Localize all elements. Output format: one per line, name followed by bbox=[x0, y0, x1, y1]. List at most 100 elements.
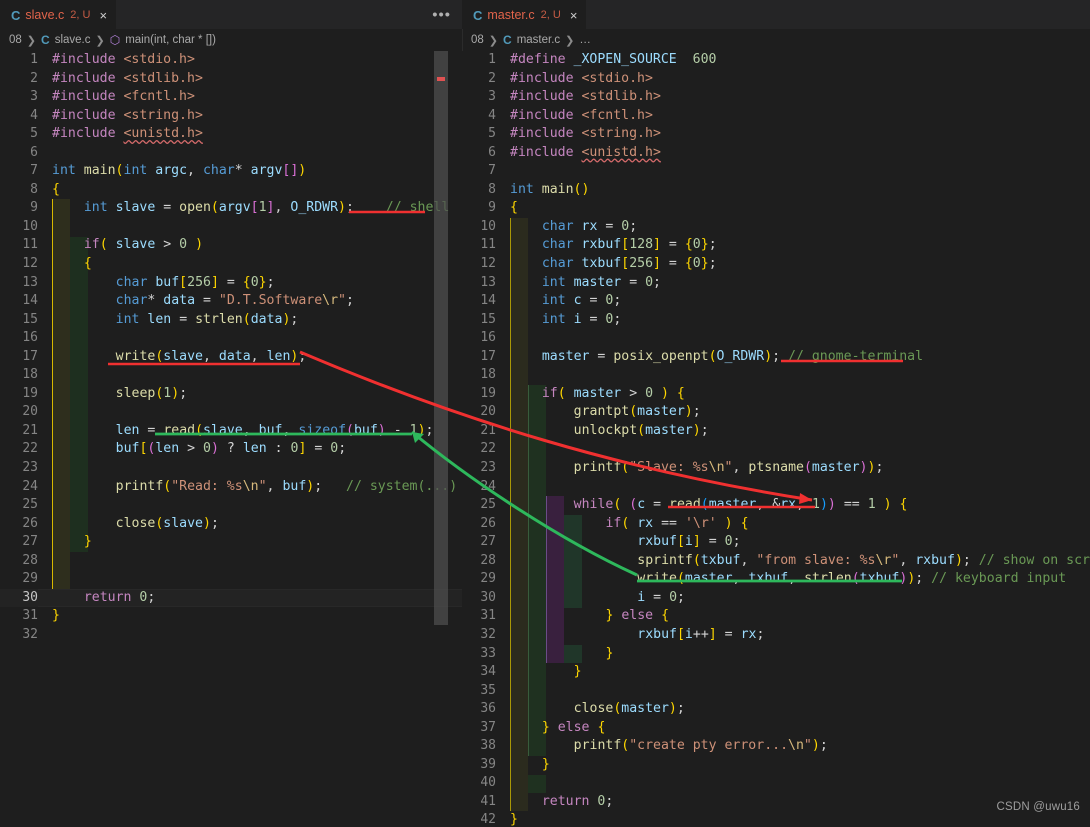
code-line[interactable]: 27 } bbox=[0, 533, 462, 552]
code-line[interactable]: 6 bbox=[0, 144, 462, 163]
code-line[interactable]: 39 } bbox=[462, 756, 1090, 775]
vertical-scrollbar-left[interactable] bbox=[434, 51, 448, 827]
code-line[interactable]: 26 close(slave); bbox=[0, 515, 462, 534]
code-line[interactable]: 25 while( (c = read(master, &rx, 1)) == … bbox=[462, 496, 1090, 515]
code-line[interactable]: 10 bbox=[0, 218, 462, 237]
code-text: } bbox=[605, 645, 614, 661]
code-line[interactable]: 8 int main() bbox=[462, 181, 1090, 200]
code-line[interactable]: 21 len = read(slave, buf, sizeof(buf) - … bbox=[0, 422, 462, 441]
code-line[interactable]: 8{ bbox=[0, 181, 462, 200]
code-line[interactable]: 18 bbox=[462, 366, 1090, 385]
code-line[interactable]: 15 int len = strlen(data); bbox=[0, 311, 462, 330]
code-line[interactable]: 38 printf("create pty error...\n"); bbox=[462, 737, 1090, 756]
code-line[interactable]: 5 #include <unistd.h> bbox=[0, 125, 462, 144]
code-line[interactable]: 9 int slave = open(argv[1], O_RDWR); // … bbox=[0, 199, 462, 218]
code-line[interactable]: 16 bbox=[462, 329, 1090, 348]
code-line[interactable]: 21 unlockpt(master); bbox=[462, 422, 1090, 441]
breadcrumb-folder[interactable]: 08 bbox=[9, 34, 22, 46]
ellipsis-icon[interactable]: … bbox=[579, 34, 591, 46]
code-line[interactable]: 9{ bbox=[462, 199, 1090, 218]
code-line[interactable]: 33 } bbox=[462, 645, 1090, 664]
line-number: 14 bbox=[480, 293, 496, 309]
code-text: unlockpt(master); bbox=[573, 422, 709, 438]
code-line[interactable]: 6 #include <unistd.h> bbox=[462, 144, 1090, 163]
close-icon[interactable]: × bbox=[99, 9, 107, 22]
code-line[interactable]: 37 } else { bbox=[462, 719, 1090, 738]
code-line[interactable]: 32 bbox=[0, 626, 462, 645]
more-actions-icon[interactable]: ••• bbox=[432, 6, 451, 23]
code-line[interactable]: 28 sprintf(txbuf, "from slave: %s\r", rx… bbox=[462, 552, 1090, 571]
code-line[interactable]: 40 bbox=[462, 774, 1090, 793]
code-line[interactable]: 26 if( rx == '\r' ) { bbox=[462, 515, 1090, 534]
code-area-right[interactable]: 1 #define _XOPEN_SOURCE 600 2 #include <std… bbox=[462, 51, 1090, 827]
code-line[interactable]: 15 int i = 0; bbox=[462, 311, 1090, 330]
code-line[interactable]: 29 write(master, txbuf, strlen(txbuf)); … bbox=[462, 570, 1090, 589]
code-line[interactable]: 7 bbox=[462, 162, 1090, 181]
code-line[interactable]: 13 int master = 0; bbox=[462, 274, 1090, 293]
code-line[interactable]: 3 #include <fcntl.h> bbox=[0, 88, 462, 107]
code-line[interactable]: 24 printf("Read: %s\n", buf); // system(… bbox=[0, 478, 462, 497]
tab-slave-c[interactable]: C slave.c 2, U × bbox=[0, 0, 117, 29]
code-line[interactable]: 11 if( slave > 0 ) bbox=[0, 236, 462, 255]
code-line[interactable]: 22 buf[(len > 0) ? len : 0] = 0; bbox=[0, 440, 462, 459]
code-line[interactable]: 10 char rx = 0; bbox=[462, 218, 1090, 237]
chevron-right-icon: ❯ bbox=[95, 34, 105, 47]
code-line[interactable]: 11 char rxbuf[128] = {0}; bbox=[462, 236, 1090, 255]
line-number: 26 bbox=[480, 515, 496, 531]
code-line[interactable]: 28 bbox=[0, 552, 462, 571]
code-line[interactable]: 34 } bbox=[462, 663, 1090, 682]
code-line[interactable]: 32 rxbuf[i++] = rx; bbox=[462, 626, 1090, 645]
code-line[interactable]: 27 rxbuf[i] = 0; bbox=[462, 533, 1090, 552]
code-line[interactable]: 23 bbox=[0, 459, 462, 478]
code-line[interactable]: 35 bbox=[462, 682, 1090, 701]
code-line[interactable]: 42} bbox=[462, 811, 1090, 827]
code-text: buf[(len > 0) ? len : 0] = 0; bbox=[115, 441, 347, 457]
code-area-left[interactable]: 1 #include <stdio.h> 2 #include <stdlib.h> 3… bbox=[0, 51, 462, 827]
code-line[interactable]: 17 master = posix_openpt(O_RDWR); // gno… bbox=[462, 348, 1090, 367]
breadcrumb-file[interactable]: slave.c bbox=[55, 34, 91, 46]
code-line[interactable]: 2 #include <stdlib.h> bbox=[0, 70, 462, 89]
line-number: 10 bbox=[480, 218, 496, 234]
code-line[interactable]: 1 #include <stdio.h> bbox=[0, 51, 462, 70]
code-line[interactable]: 19 sleep(1); bbox=[0, 385, 462, 404]
code-line[interactable]: 17 write(slave, data, len); bbox=[0, 348, 462, 367]
code-line[interactable]: 2 #include <stdio.h> bbox=[462, 70, 1090, 89]
code-line[interactable]: 29 bbox=[0, 570, 462, 589]
code-text: master = posix_openpt(O_RDWR); // gnome-… bbox=[541, 348, 924, 364]
scrollbar-thumb[interactable] bbox=[434, 51, 448, 625]
breadcrumb-folder[interactable]: 08 bbox=[471, 34, 484, 46]
code-line[interactable]: 4 #include <string.h> bbox=[0, 107, 462, 126]
code-line[interactable]: 36 close(master); bbox=[462, 700, 1090, 719]
code-line[interactable]: 4 #include <fcntl.h> bbox=[462, 107, 1090, 126]
code-line[interactable]: 24 bbox=[462, 478, 1090, 497]
tab-master-c[interactable]: C master.c 2, U × bbox=[462, 0, 587, 29]
code-line[interactable]: 30 return 0; bbox=[0, 588, 462, 608]
code-line[interactable]: 12 { bbox=[0, 255, 462, 274]
breadcrumb-symbol[interactable]: main(int, char * []) bbox=[125, 34, 216, 46]
code-line[interactable]: 14 int c = 0; bbox=[462, 292, 1090, 311]
code-line[interactable]: 12 char txbuf[256] = {0}; bbox=[462, 255, 1090, 274]
code-text: { bbox=[52, 181, 60, 197]
code-line[interactable]: 19 if( master > 0 ) { bbox=[462, 385, 1090, 404]
close-icon[interactable]: × bbox=[570, 9, 578, 22]
code-line[interactable]: 1 #define _XOPEN_SOURCE 600 bbox=[462, 51, 1090, 70]
code-line[interactable]: 31 } else { bbox=[462, 607, 1090, 626]
code-line[interactable]: 20 grantpt(master); bbox=[462, 403, 1090, 422]
error-overview-marker[interactable] bbox=[437, 77, 445, 81]
code-line[interactable]: 16 bbox=[0, 329, 462, 348]
line-number: 8 bbox=[488, 181, 496, 197]
code-line[interactable]: 23 printf("Slave: %s\n", ptsname(master)… bbox=[462, 459, 1090, 478]
code-line[interactable]: 20 bbox=[0, 403, 462, 422]
code-line[interactable]: 18 bbox=[0, 366, 462, 385]
breadcrumb-file[interactable]: master.c bbox=[517, 34, 560, 46]
code-line[interactable]: 3 #include <stdlib.h> bbox=[462, 88, 1090, 107]
code-line[interactable]: 22 bbox=[462, 440, 1090, 459]
line-number: 19 bbox=[22, 385, 38, 401]
code-line[interactable]: 14 char* data = "D.T.Software\r"; bbox=[0, 292, 462, 311]
code-line[interactable]: 13 char buf[256] = {0}; bbox=[0, 274, 462, 293]
code-line[interactable]: 30 i = 0; bbox=[462, 589, 1090, 608]
code-line[interactable]: 7 int main(int argc, char* argv[]) bbox=[0, 162, 462, 181]
code-line[interactable]: 5 #include <string.h> bbox=[462, 125, 1090, 144]
code-line[interactable]: 25 bbox=[0, 496, 462, 515]
code-line[interactable]: 31} bbox=[0, 607, 462, 626]
